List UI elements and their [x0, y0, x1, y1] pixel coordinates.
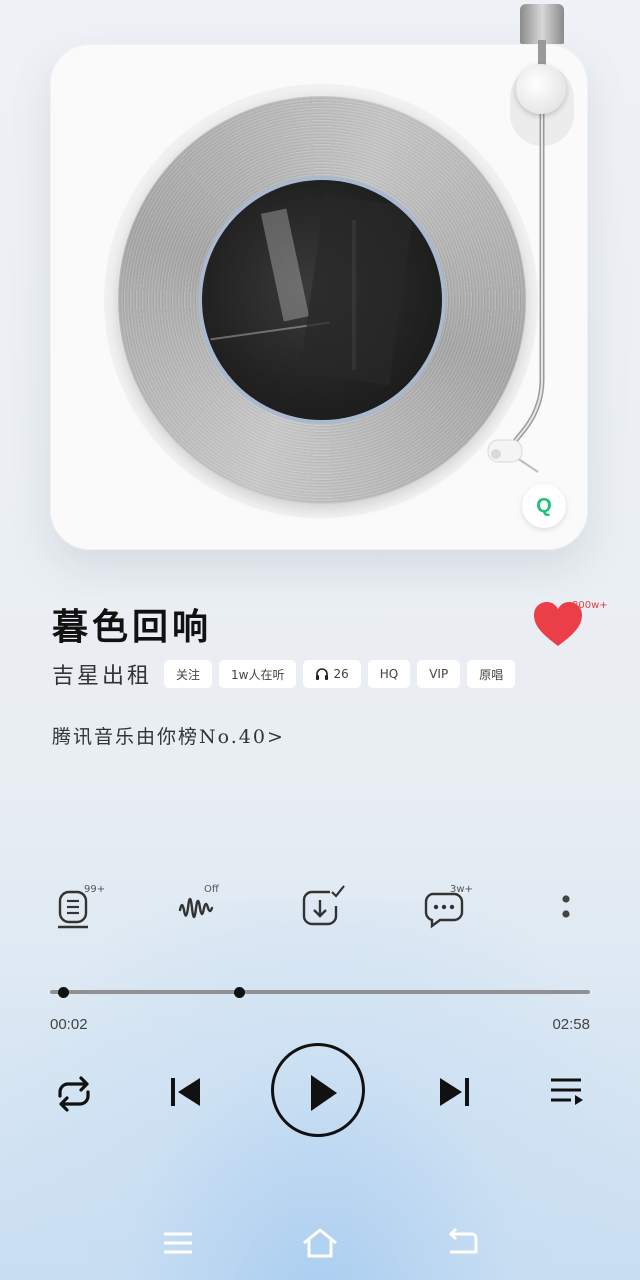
chip-label: HQ [379, 667, 399, 681]
more-vertical-icon [562, 895, 570, 918]
buffered-marker [233, 987, 245, 998]
nav-back-button[interactable] [444, 1226, 482, 1264]
vinyl-record[interactable] [118, 96, 526, 504]
nav-home-button[interactable] [300, 1226, 340, 1264]
back-icon [448, 1227, 478, 1254]
like-count: 800w+ [572, 600, 608, 611]
lyrics-button[interactable]: 99+ [54, 882, 106, 932]
sound-effect-button[interactable]: Off [176, 882, 224, 932]
skip-previous-icon [171, 1078, 200, 1106]
chart-rank-link[interactable]: 腾讯音乐由你榜No.40> [52, 722, 285, 749]
artist-name[interactable]: 吉星出租 [52, 658, 152, 690]
repeat-icon [58, 1076, 90, 1112]
chip-label: 关注 [176, 667, 201, 682]
skip-next-icon [440, 1078, 469, 1106]
chip-label: 1w人在听 [231, 667, 285, 682]
song-title: 暮色回响 [52, 606, 213, 648]
more-button[interactable] [548, 882, 596, 932]
original-chip[interactable]: 原唱 [467, 660, 516, 688]
tonearm[interactable] [480, 80, 570, 490]
repeat-button[interactable] [50, 1070, 98, 1118]
play-icon-wrap[interactable] [296, 1068, 346, 1118]
chip-label: 26 [333, 667, 349, 681]
vip-chip[interactable]: VIP [417, 660, 461, 688]
chip-label: VIP [429, 667, 449, 681]
chip-label: 原唱 [479, 667, 504, 682]
progress-thumb[interactable] [58, 987, 70, 998]
download-button[interactable] [300, 882, 348, 932]
previous-button[interactable] [162, 1070, 206, 1114]
download-icon [302, 885, 345, 926]
tonearm-pivot [516, 64, 566, 114]
qq-music-logo: Q [522, 484, 566, 528]
effect-badge: Off [204, 884, 219, 895]
follow-chip[interactable]: 关注 [164, 660, 213, 688]
play-icon [311, 1075, 337, 1111]
headphone-chip[interactable]: 26 [303, 660, 361, 688]
listeners-chip[interactable]: 1w人在听 [219, 660, 297, 688]
home-icon [303, 1228, 337, 1258]
nav-menu-button[interactable] [160, 1226, 196, 1264]
total-time: 02:58 [552, 1016, 590, 1033]
playlist-icon [551, 1078, 583, 1105]
tonearm-counterweight [520, 4, 564, 44]
next-button[interactable] [434, 1070, 478, 1114]
quality-chip[interactable]: HQ [367, 660, 411, 688]
menu-icon [164, 1232, 192, 1254]
current-time: 00:02 [50, 1016, 88, 1033]
lyrics-badge: 99+ [84, 884, 106, 895]
song-tags: 关注 1w人在听 26 HQ VIP 原唱 [164, 660, 516, 688]
comments-badge: 3w+ [450, 884, 473, 895]
comments-button[interactable]: 3w+ [422, 882, 473, 932]
headphones-icon [316, 668, 329, 680]
progress-track[interactable] [50, 990, 590, 994]
album-cover-art [202, 180, 442, 420]
playlist-button[interactable] [544, 1070, 588, 1114]
